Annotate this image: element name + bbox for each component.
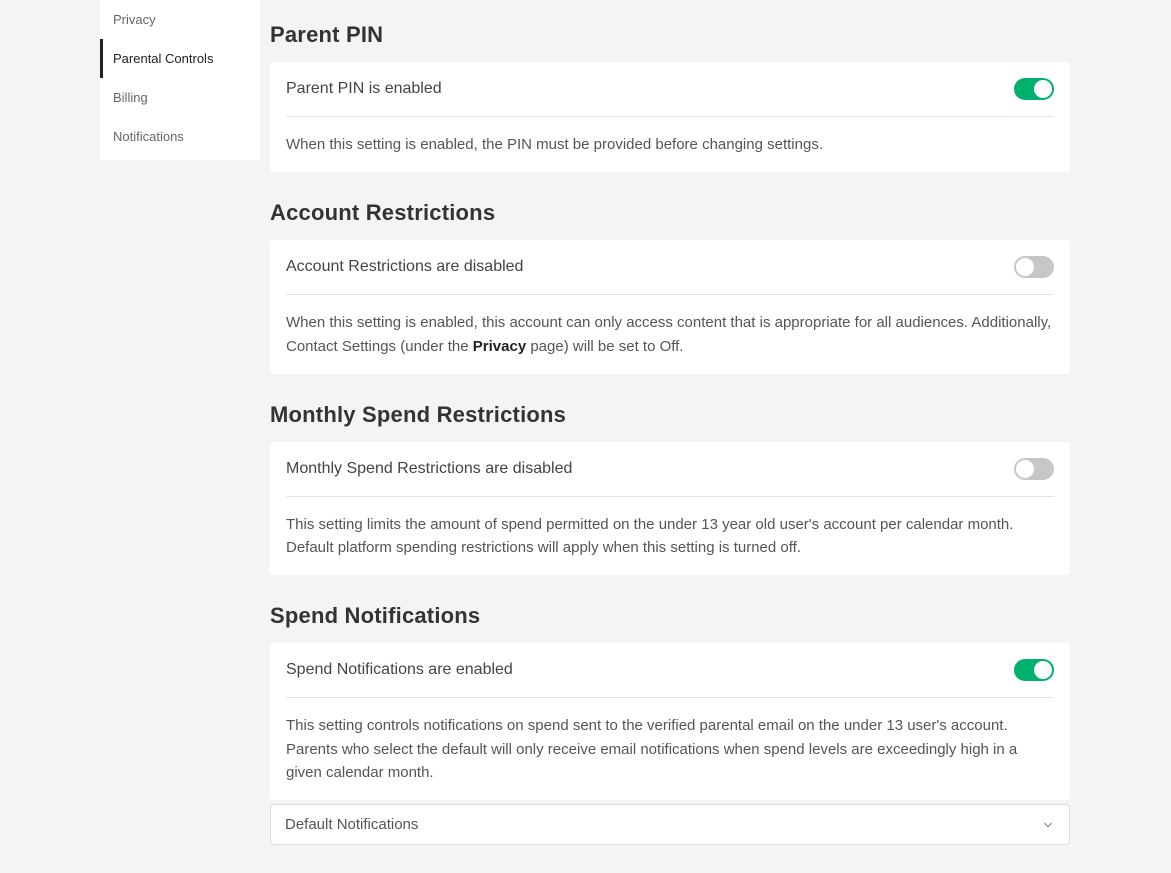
toggle-label-monthly-spend: Monthly Spend Restrictions are disabled xyxy=(286,460,572,478)
toggle-row-monthly-spend: Monthly Spend Restrictions are disabled xyxy=(286,442,1054,497)
toggle-label-account-restrictions: Account Restrictions are disabled xyxy=(286,258,523,276)
card-parent-pin: Parent PIN is enabled When this setting … xyxy=(270,62,1070,172)
dropdown-spend-notifications[interactable]: Default Notifications xyxy=(270,804,1070,845)
card-monthly-spend: Monthly Spend Restrictions are disabled … xyxy=(270,442,1070,576)
section-monthly-spend: Monthly Spend Restrictions Monthly Spend… xyxy=(270,402,1070,576)
card-account-restrictions: Account Restrictions are disabled When t… xyxy=(270,240,1070,374)
toggle-row-spend-notifications: Spend Notifications are enabled xyxy=(286,643,1054,698)
dropdown-selected-label: Default Notifications xyxy=(285,816,418,833)
toggle-row-account-restrictions: Account Restrictions are disabled xyxy=(286,240,1054,295)
toggle-parent-pin[interactable] xyxy=(1014,78,1054,100)
sidebar-item-notifications[interactable]: Notifications xyxy=(100,117,260,156)
description-account-restrictions: When this setting is enabled, this accou… xyxy=(286,295,1054,374)
card-spend-notifications: Spend Notifications are enabled This set… xyxy=(270,643,1070,800)
sidebar-item-billing[interactable]: Billing xyxy=(100,78,260,117)
sidebar-item-privacy[interactable]: Privacy xyxy=(100,0,260,39)
section-parent-pin: Parent PIN Parent PIN is enabled When th… xyxy=(270,22,1070,172)
description-spend-notifications: This setting controls notifications on s… xyxy=(286,698,1054,800)
toggle-label-parent-pin: Parent PIN is enabled xyxy=(286,80,442,98)
toggle-spend-notifications[interactable] xyxy=(1014,659,1054,681)
description-parent-pin: When this setting is enabled, the PIN mu… xyxy=(286,117,1054,172)
description-monthly-spend: This setting limits the amount of spend … xyxy=(286,497,1054,576)
toggle-knob xyxy=(1034,661,1052,679)
toggle-knob xyxy=(1016,460,1034,478)
toggle-monthly-spend[interactable] xyxy=(1014,458,1054,480)
toggle-knob xyxy=(1034,80,1052,98)
section-heading-monthly-spend: Monthly Spend Restrictions xyxy=(270,402,1070,428)
toggle-label-spend-notifications: Spend Notifications are enabled xyxy=(286,661,513,679)
sidebar: Privacy Parental Controls Billing Notifi… xyxy=(100,0,260,160)
section-account-restrictions: Account Restrictions Account Restriction… xyxy=(270,200,1070,374)
section-spend-notifications: Spend Notifications Spend Notifications … xyxy=(270,603,1070,845)
toggle-account-restrictions[interactable] xyxy=(1014,256,1054,278)
main-content: Parent PIN Parent PIN is enabled When th… xyxy=(270,0,1070,873)
section-heading-parent-pin: Parent PIN xyxy=(270,22,1070,48)
sidebar-item-parental-controls[interactable]: Parental Controls xyxy=(100,39,260,78)
section-heading-spend-notifications: Spend Notifications xyxy=(270,603,1070,629)
toggle-row-parent-pin: Parent PIN is enabled xyxy=(286,62,1054,117)
toggle-knob xyxy=(1016,258,1034,276)
chevron-down-icon xyxy=(1041,818,1055,832)
section-heading-account-restrictions: Account Restrictions xyxy=(270,200,1070,226)
